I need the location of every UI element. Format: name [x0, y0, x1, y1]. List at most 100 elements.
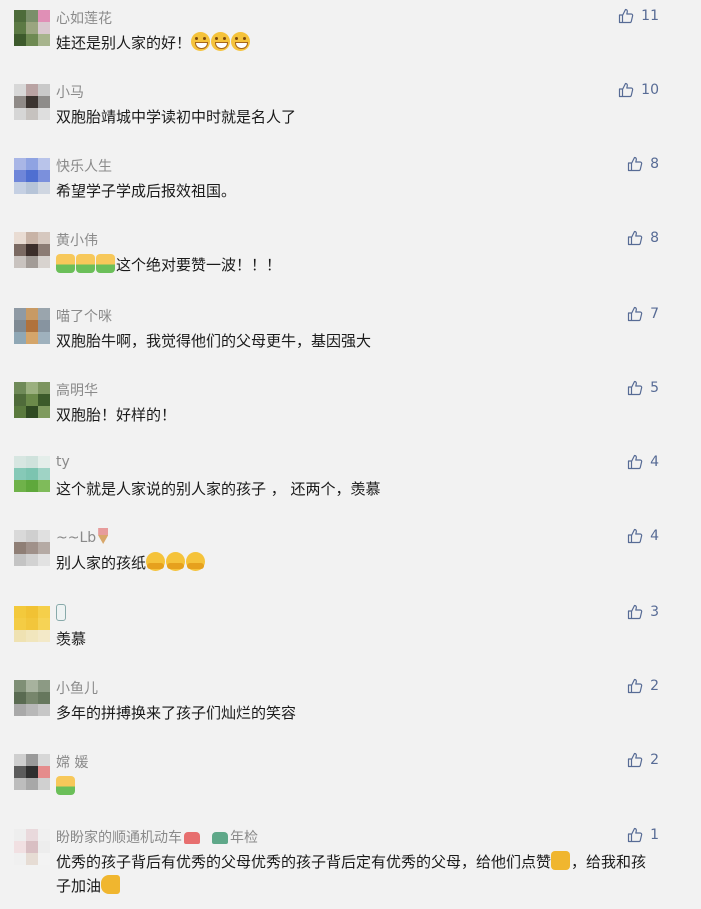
avatar-pixel — [26, 480, 38, 492]
thumbs-up-outline-icon — [627, 827, 643, 843]
avatar-pixel — [14, 618, 26, 630]
avatar[interactable] — [14, 456, 50, 492]
avatar-pixel — [26, 108, 38, 120]
comment-author[interactable]: ~~Lb — [56, 528, 109, 546]
avatar-pixel — [26, 829, 38, 841]
avatar-pixel — [14, 232, 26, 244]
thumbs-up-emoji-icon — [76, 254, 95, 273]
comment-author[interactable]: 黄小伟 — [56, 230, 98, 250]
avatar[interactable] — [14, 680, 50, 716]
avatar-pixel — [38, 394, 50, 406]
comment-author[interactable]: 嫦 媛 — [56, 752, 88, 772]
author-name-suffix: 年检 — [230, 830, 258, 846]
avatar[interactable] — [14, 382, 50, 418]
comment-text: 双胞胎！好样的！ — [56, 403, 656, 427]
like-count: 10 — [641, 82, 659, 98]
avatar-pixel — [38, 680, 50, 692]
grin-emoji-icon — [211, 32, 231, 51]
like-button[interactable]: 5 — [627, 380, 659, 396]
like-button[interactable]: 10 — [618, 82, 659, 98]
avatar-pixel — [38, 542, 50, 554]
avatar-pixel — [14, 480, 26, 492]
avatar[interactable] — [14, 84, 50, 120]
like-button[interactable]: 3 — [627, 604, 659, 620]
avatar-pixel — [38, 754, 50, 766]
avatar[interactable] — [14, 158, 50, 194]
avatar-pixel — [26, 170, 38, 182]
like-button[interactable]: 7 — [627, 306, 659, 322]
hug-emoji-icon — [186, 552, 206, 571]
like-button[interactable]: 2 — [627, 752, 659, 768]
like-button[interactable]: 11 — [618, 8, 659, 24]
like-button[interactable]: 2 — [627, 678, 659, 694]
thumbs-up-emoji-icon — [56, 776, 75, 795]
avatar-pixel — [26, 468, 38, 480]
avatar[interactable] — [14, 232, 50, 268]
avatar-pixel — [26, 606, 38, 618]
avatar[interactable] — [14, 829, 50, 865]
avatar-pixel — [38, 158, 50, 170]
comment-text: 别人家的孩纸 — [56, 551, 656, 575]
avatar[interactable] — [14, 10, 50, 46]
avatar[interactable] — [14, 308, 50, 344]
avatar[interactable] — [14, 606, 50, 642]
avatar-pixel — [26, 158, 38, 170]
avatar-pixel — [14, 332, 26, 344]
avatar-pixel — [26, 256, 38, 268]
comment-author[interactable]: ty — [56, 454, 70, 470]
avatar-pixel — [14, 34, 26, 46]
avatar-pixel — [26, 182, 38, 194]
thumbs-up-outline-icon — [627, 678, 643, 694]
avatar-pixel — [38, 244, 50, 256]
avatar-pixel — [26, 754, 38, 766]
avatar-pixel — [38, 332, 50, 344]
avatar-pixel — [38, 530, 50, 542]
avatar[interactable] — [14, 530, 50, 566]
thumbs-up-outline-icon — [619, 8, 634, 24]
avatar-pixel — [14, 158, 26, 170]
avatar-pixel — [38, 456, 50, 468]
comment-body: 希望学子学成后报效祖国。 — [56, 182, 237, 200]
comment-text: 娃还是别人家的好！ — [56, 31, 656, 55]
avatar-pixel — [26, 406, 38, 418]
avatar-pixel — [26, 394, 38, 406]
comment-author[interactable]: 盼盼家的顺通机动车 年检 — [56, 827, 258, 847]
like-button[interactable]: 4 — [627, 454, 659, 470]
like-count: 5 — [650, 380, 659, 396]
hug-emoji-icon — [146, 552, 166, 571]
like-button[interactable]: 1 — [627, 827, 659, 843]
grin-emoji-icon — [231, 32, 251, 51]
avatar-pixel — [26, 232, 38, 244]
like-button[interactable]: 4 — [627, 528, 659, 544]
avatar-pixel — [14, 530, 26, 542]
comment-author[interactable]: 小鱼儿 — [56, 678, 98, 698]
like-button[interactable]: 8 — [627, 156, 659, 172]
comment-author[interactable]: 小马 — [56, 82, 84, 102]
avatar[interactable] — [14, 754, 50, 790]
avatar-pixel — [26, 34, 38, 46]
thumbs-up-outline-icon — [627, 306, 643, 322]
avatar-pixel — [14, 22, 26, 34]
avatar-pixel — [14, 394, 26, 406]
comment-author[interactable]: 心如莲花 — [56, 8, 112, 28]
comment-author[interactable]: 喵了个咪 — [56, 306, 112, 326]
avatar-pixel — [14, 692, 26, 704]
thumbs-up-emoji-icon — [551, 851, 571, 870]
avatar-pixel — [38, 84, 50, 96]
comment-body: 这个就是人家说的别人家的孩子 ， 还两个，羡慕 — [56, 480, 381, 498]
avatar-pixel — [38, 618, 50, 630]
comment-text: 希望学子学成后报效祖国。 — [56, 179, 656, 203]
comment-author[interactable]: 高明华 — [56, 380, 98, 400]
avatar-pixel — [38, 692, 50, 704]
comment-author[interactable] — [56, 604, 66, 623]
like-button[interactable]: 8 — [627, 230, 659, 246]
comment-body: 双胞胎靖城中学读初中时就是名人了 — [56, 108, 297, 126]
thumbs-up-outline-icon — [627, 528, 643, 544]
avatar-pixel — [14, 754, 26, 766]
comment-author[interactable]: 快乐人生 — [56, 156, 112, 176]
avatar-pixel — [26, 244, 38, 256]
avatar-pixel — [26, 456, 38, 468]
like-count: 4 — [650, 454, 659, 470]
avatar-pixel — [14, 778, 26, 790]
avatar-pixel — [14, 841, 26, 853]
